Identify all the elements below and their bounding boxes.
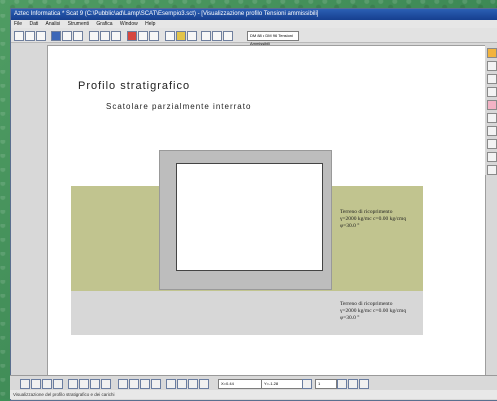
new-file-icon[interactable] <box>14 31 24 41</box>
tool-layer-icon[interactable] <box>487 61 497 71</box>
tool-circle-icon[interactable] <box>487 113 497 123</box>
analysis-icon[interactable] <box>100 31 110 41</box>
status-bar: Visualizzazione del profilo stratigrafic… <box>10 390 497 399</box>
tool-load-icon[interactable] <box>487 74 497 84</box>
zoom-in-icon[interactable] <box>165 31 175 41</box>
arrow-down-icon[interactable] <box>101 379 111 389</box>
arrow-left-icon[interactable] <box>68 379 78 389</box>
snap-icon[interactable] <box>129 379 139 389</box>
zoom-field[interactable]: 1 <box>315 379 337 389</box>
info-icon[interactable] <box>212 31 222 41</box>
arrow-right-icon[interactable] <box>79 379 89 389</box>
print-preview-icon[interactable] <box>348 379 358 389</box>
soil-label-bottom-line2: γ=2000 kg/mc c=0.00 kg/cmq <box>340 308 407 314</box>
grid-icon[interactable] <box>118 379 128 389</box>
arrow-up-icon[interactable] <box>90 379 100 389</box>
x-coordinate-field[interactable]: X=0.44 <box>218 379 262 389</box>
refresh-icon[interactable] <box>199 379 209 389</box>
report-icon[interactable] <box>138 31 148 41</box>
bottom-toolbar: X=0.44 Y=-1.28 1 <box>10 375 497 390</box>
drawing-canvas[interactable]: Profilo stratigrafico Scatolare parzialm… <box>47 45 486 377</box>
open-file-icon[interactable] <box>25 31 35 41</box>
drawing-title: Profilo stratigrafico <box>78 80 191 92</box>
tool-erase-icon[interactable] <box>487 165 497 175</box>
main-toolbar: DM 88 • DM 96 Tensioni Ammissibili <box>11 28 497 46</box>
fit-icon[interactable] <box>337 379 347 389</box>
tool-warning-icon[interactable] <box>487 100 497 110</box>
zoom-prev-icon[interactable] <box>42 379 52 389</box>
pan-icon[interactable] <box>53 379 63 389</box>
soil-label-bottom-line1: Terreno di ricoprimento <box>340 301 393 307</box>
application-window: Aztec Informatica * Scat 9 (C:\Pubblic\a… <box>10 8 497 401</box>
soil-label-bottom-line3: φ=30.0 ° <box>340 315 360 321</box>
menu-window[interactable]: Window <box>120 21 138 27</box>
drawing-subtitle: Scatolare parzialmente interrato <box>106 102 252 111</box>
tool-dim-icon[interactable] <box>487 139 497 149</box>
box-culvert <box>159 150 332 290</box>
help-icon[interactable] <box>223 31 233 41</box>
layers-icon[interactable] <box>187 31 197 41</box>
right-toolbar <box>485 45 497 175</box>
soil-label-top-line2: γ=2000 kg/mc c=0.00 kg/cmq <box>340 216 407 222</box>
soil-label-top: Terreno di ricoprimento γ=2000 kg/mc c=0… <box>340 209 406 230</box>
save-file-icon[interactable] <box>36 31 46 41</box>
settings-icon[interactable] <box>149 31 159 41</box>
menu-bar: File Dati Analisi Strumenti Grafica Wind… <box>11 20 497 28</box>
zoom-window-icon[interactable] <box>20 379 30 389</box>
tool-select-icon[interactable] <box>487 48 497 58</box>
settings-small-icon[interactable] <box>302 379 312 389</box>
soil-label-bottom: Terreno di ricoprimento γ=2000 kg/mc c=0… <box>340 301 406 322</box>
title-bar: Aztec Informatica * Scat 9 (C:\Pubblic\a… <box>11 9 497 20</box>
culvert-opening <box>176 163 323 271</box>
menu-help[interactable]: Help <box>145 21 155 27</box>
measure-icon[interactable] <box>166 379 176 389</box>
menu-file[interactable]: File <box>14 21 22 27</box>
tool-arc-icon[interactable] <box>487 126 497 136</box>
graph-icon[interactable] <box>127 31 137 41</box>
ortho-icon[interactable] <box>140 379 150 389</box>
text-tool-icon[interactable] <box>151 379 161 389</box>
soil-label-top-line1: Terreno di ricoprimento <box>340 209 393 215</box>
print-icon[interactable] <box>51 31 61 41</box>
export-icon[interactable] <box>359 379 369 389</box>
color-icon[interactable] <box>177 379 187 389</box>
redraw-icon[interactable] <box>201 31 211 41</box>
zoom-all-icon[interactable] <box>31 379 41 389</box>
regulation-select[interactable]: DM 88 • DM 96 Tensioni Ammissibili <box>247 31 299 46</box>
lock-icon[interactable] <box>188 379 198 389</box>
menu-analysis[interactable]: Analisi <box>45 21 60 27</box>
tool-line-icon[interactable] <box>487 87 497 97</box>
input-data-icon[interactable] <box>89 31 99 41</box>
y-coordinate-field[interactable]: Y=-1.28 <box>261 379 303 389</box>
menu-tools[interactable]: Strumenti <box>68 21 89 27</box>
menu-graphics[interactable]: Grafica <box>96 21 112 27</box>
copy-icon[interactable] <box>73 31 83 41</box>
preview-icon[interactable] <box>62 31 72 41</box>
zoom-out-icon[interactable] <box>176 31 186 41</box>
menu-data[interactable]: Dati <box>29 21 38 27</box>
soil-label-top-line3: φ=30.0 ° <box>340 223 360 229</box>
results-icon[interactable] <box>111 31 121 41</box>
tool-text-icon[interactable] <box>487 152 497 162</box>
